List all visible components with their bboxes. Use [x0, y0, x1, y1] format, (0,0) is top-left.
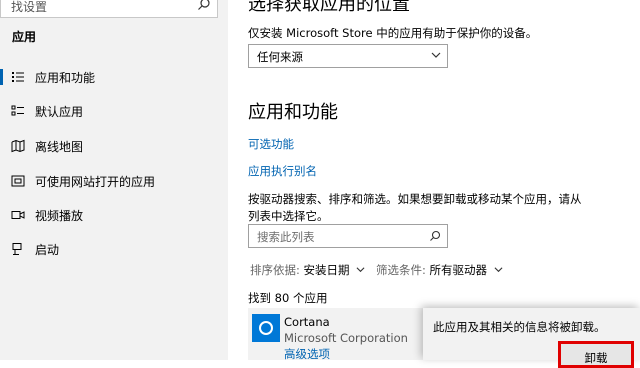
- sidebar-item-label: 视频播放: [35, 209, 84, 223]
- app-name: Cortana: [284, 315, 330, 329]
- filter-value: 所有驱动器: [429, 263, 488, 277]
- app-list-search-box[interactable]: 搜索此列表: [248, 224, 448, 248]
- settings-search-input[interactable]: 找设置: [11, 0, 47, 15]
- cortana-icon: [252, 314, 280, 342]
- app-execution-alias-link[interactable]: 应用执行别名: [248, 163, 317, 179]
- uninstall-message: 此应用及其相关的信息将被卸载。: [433, 320, 606, 334]
- chevron-down-icon: [356, 267, 365, 273]
- sidebar-item-label: 启动: [35, 243, 60, 257]
- install-source-value: 任何来源: [257, 50, 303, 64]
- main-panel: 选择获取应用的位置 仅安装 Microsoft Store 中的应用有助于保护你…: [228, 0, 640, 361]
- sidebar-item-apps-features[interactable]: 应用和功能: [0, 62, 228, 92]
- default-apps-icon: [11, 105, 24, 116]
- install-location-heading: 选择获取应用的位置: [248, 0, 410, 15]
- sidebar-item-label: 默认应用: [35, 105, 84, 119]
- apps-features-icon: [12, 72, 24, 82]
- sort-dropdown[interactable]: 排序依据: 安装日期: [250, 262, 365, 278]
- uninstall-button[interactable]: 卸载: [558, 341, 634, 368]
- chevron-down-icon: [494, 267, 503, 273]
- filter-dropdown[interactable]: 筛选条件: 所有驱动器: [376, 262, 503, 278]
- app-count: 找到 80 个应用: [248, 291, 328, 305]
- search-description: 按驱动器搜索、排序和筛选。如果想要卸载或移动某个应用，请从列表中选择它。: [248, 192, 582, 223]
- search-icon[interactable]: [429, 230, 441, 242]
- sidebar-item-label: 离线地图: [35, 140, 84, 154]
- install-location-description: 仅安装 Microsoft Store 中的应用有助于保护你的设备。: [248, 26, 538, 40]
- filter-label: 筛选条件:: [376, 263, 426, 277]
- chevron-down-icon: [431, 52, 441, 58]
- search-icon[interactable]: [197, 0, 211, 11]
- sidebar-item-label: 可使用网站打开的应用: [35, 175, 156, 189]
- apps-for-websites-icon: [11, 175, 25, 187]
- sidebar-item-offline-maps[interactable]: 离线地图: [0, 131, 228, 161]
- app-publisher: Microsoft Corporation: [284, 331, 408, 345]
- settings-search-box[interactable]: 找设置: [0, 0, 218, 18]
- sidebar-item-video-playback[interactable]: 视频播放: [0, 200, 228, 230]
- optional-features-link[interactable]: 可选功能: [248, 136, 294, 152]
- sidebar-item-label: 应用和功能: [35, 71, 96, 85]
- offline-maps-icon: [11, 139, 25, 153]
- sidebar-item-default-apps[interactable]: 默认应用: [0, 96, 228, 126]
- sidebar: 找设置 应用 应用和功能 默认应用 离线地图 可使用网站打开的应用 视频播放 启…: [0, 0, 228, 360]
- uninstall-button-label: 卸载: [584, 351, 608, 365]
- uninstall-confirm-flyout: 此应用及其相关的信息将被卸载。 卸载: [423, 308, 640, 368]
- sort-label: 排序依据:: [250, 263, 300, 277]
- app-list-search-input[interactable]: 搜索此列表: [257, 229, 315, 245]
- install-source-dropdown[interactable]: 任何来源: [248, 44, 448, 68]
- apps-features-heading: 应用和功能: [248, 102, 338, 123]
- section-title: 应用: [12, 30, 37, 44]
- video-playback-icon: [11, 211, 25, 219]
- startup-icon: [12, 243, 22, 255]
- sidebar-item-startup[interactable]: 启动: [0, 234, 228, 264]
- sidebar-item-apps-for-websites[interactable]: 可使用网站打开的应用: [0, 166, 228, 196]
- sort-value: 安装日期: [303, 263, 350, 277]
